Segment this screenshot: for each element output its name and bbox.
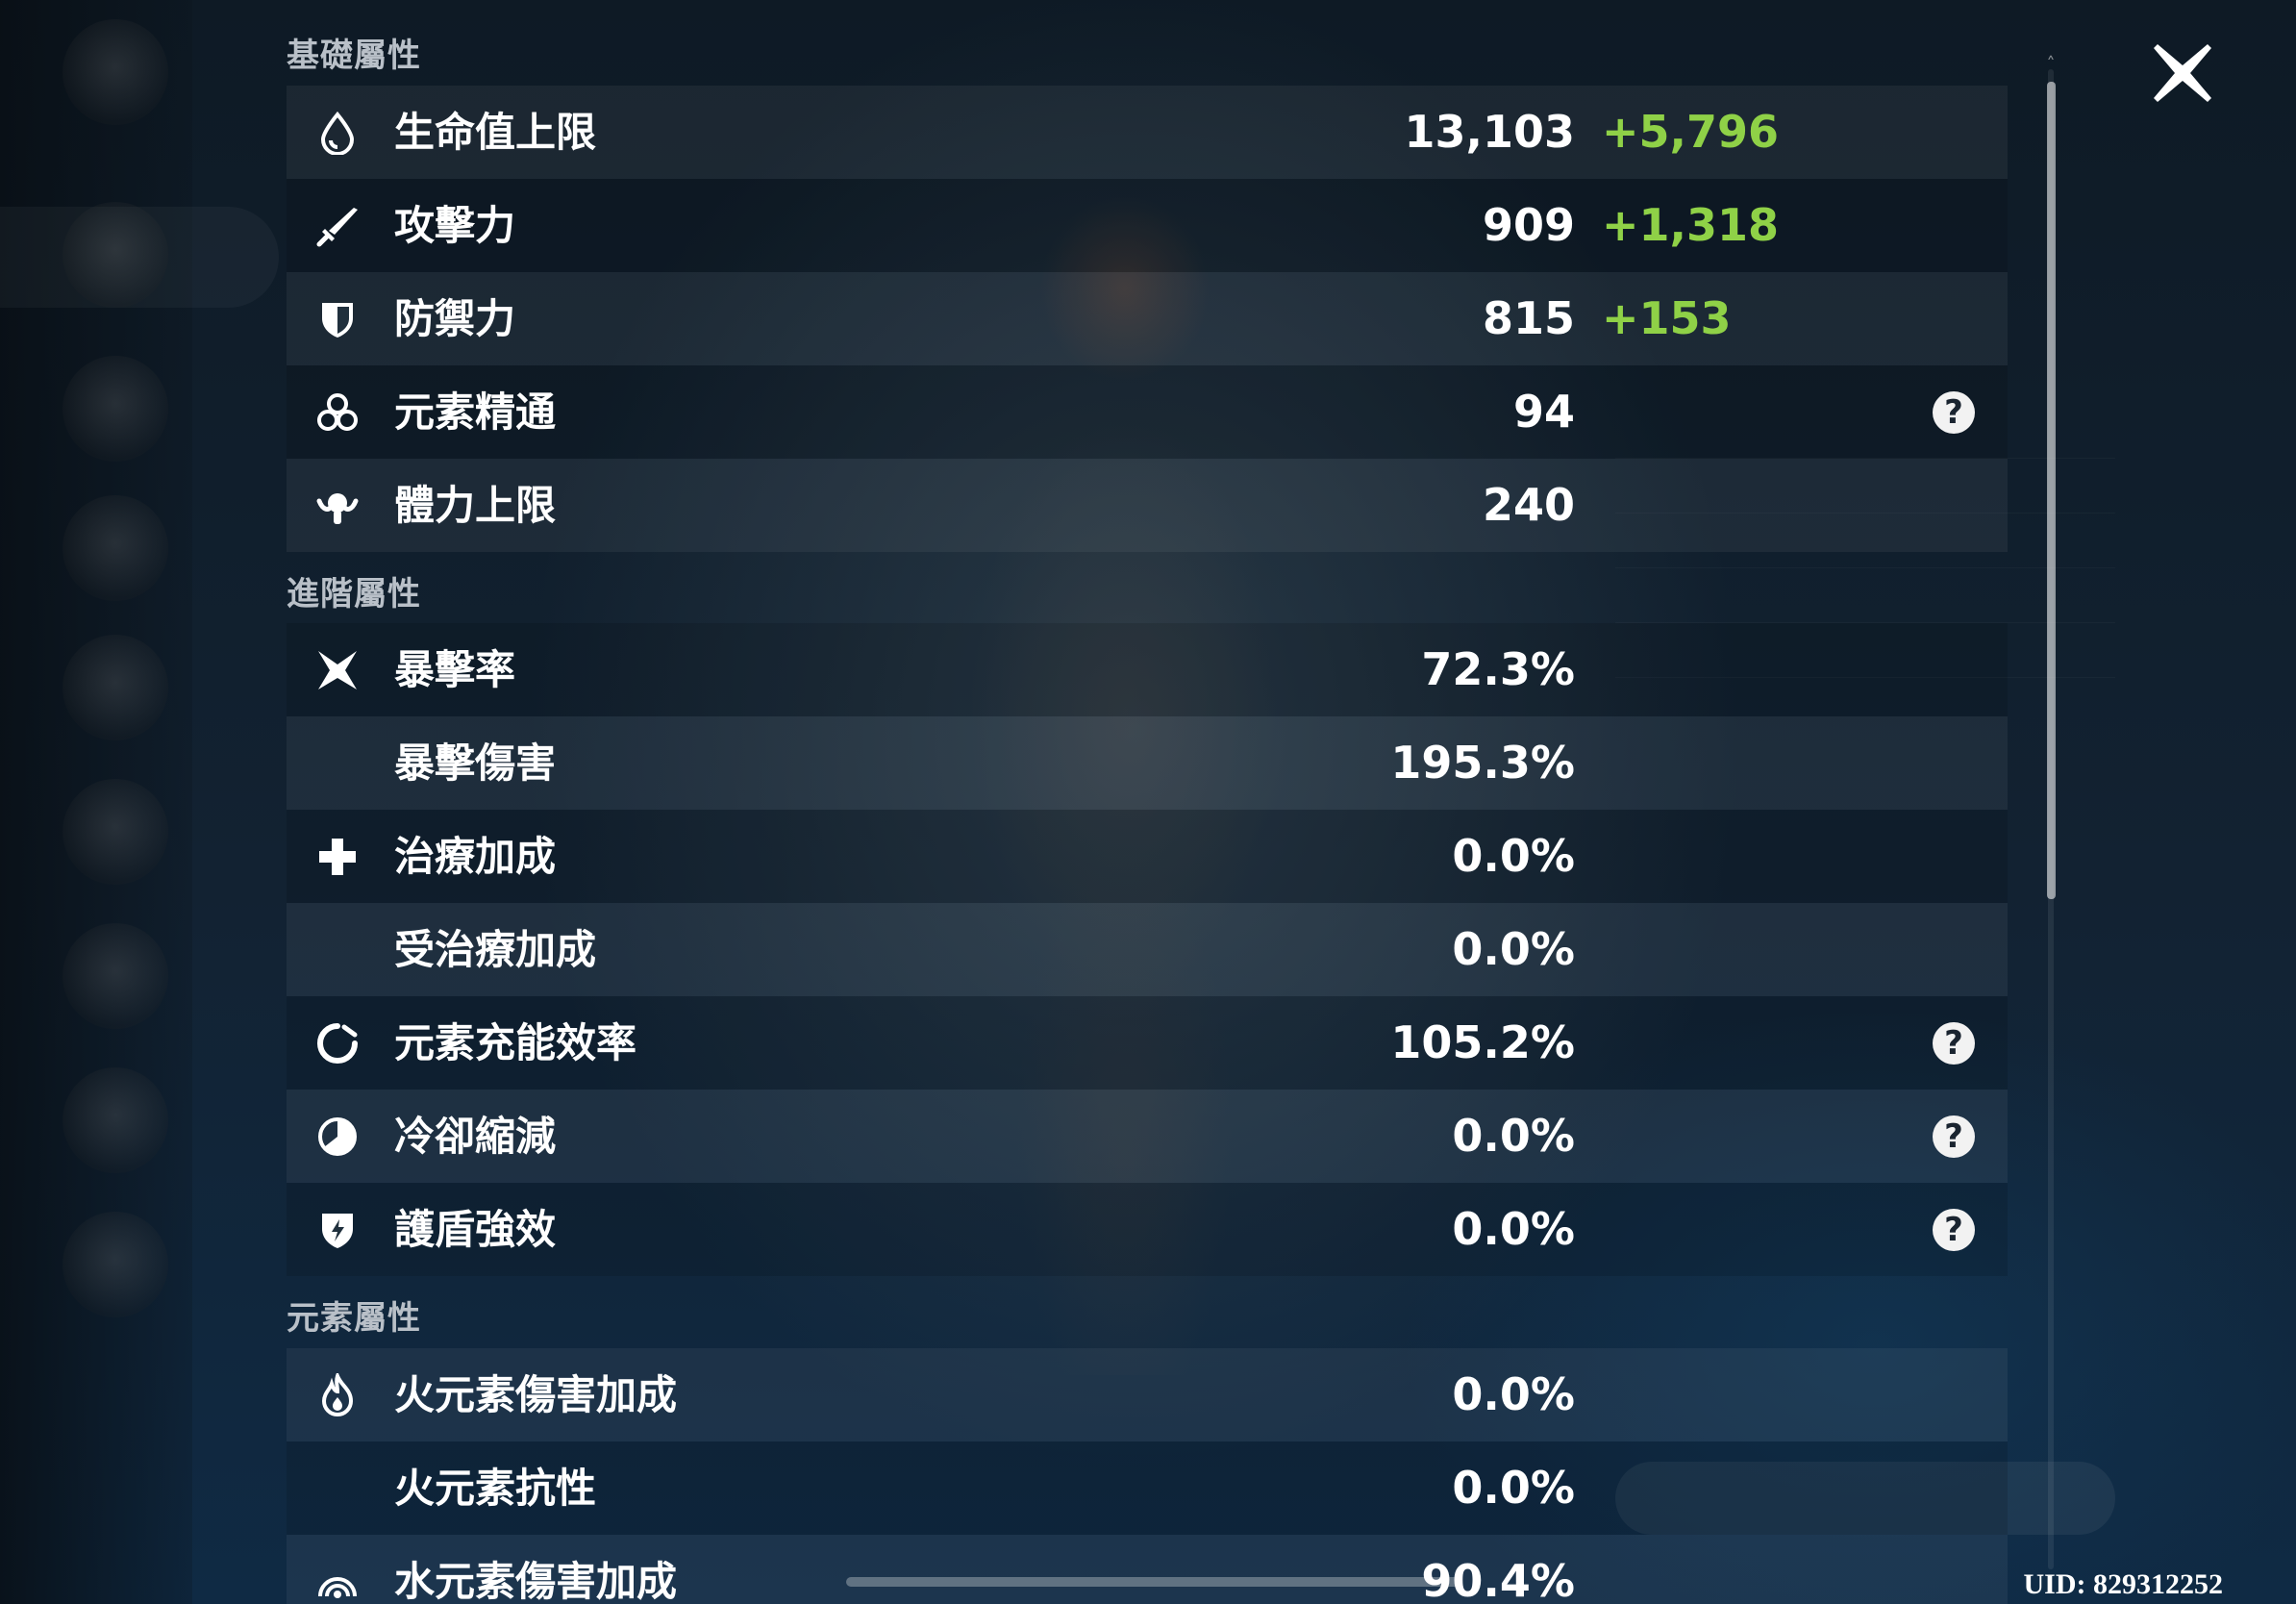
stat-label: 水元素傷害加成 [394, 1558, 678, 1604]
stat-label: 防禦力 [394, 295, 516, 342]
shield-icon [315, 297, 360, 341]
stat-value: 0.0% [1452, 1203, 1575, 1255]
stat-label: 火元素傷害加成 [394, 1371, 678, 1418]
close-button[interactable] [2144, 35, 2221, 112]
sidebar-tab-avatar[interactable] [62, 202, 168, 308]
hp-drop-icon [315, 111, 360, 155]
help-button[interactable]: ? [1933, 1022, 1975, 1065]
stat-label: 元素精通 [394, 388, 557, 436]
stat-label: 攻擊力 [394, 202, 516, 249]
stat-row-elemental-mastery: 元素精通 94 ? [287, 365, 2008, 459]
stat-label: 治療加成 [394, 833, 557, 880]
stat-row-def: 防禦力 815 +153 [287, 272, 2008, 365]
sidebar-tab-avatar[interactable] [62, 779, 168, 885]
help-button[interactable]: ? [1933, 1115, 1975, 1158]
stat-label: 暴擊傷害 [394, 739, 557, 787]
uid-label: UID: 829312252 [2023, 1568, 2224, 1600]
section-title-basic: 基礎屬性 [287, 37, 421, 75]
stat-row-healing-bonus: 治療加成 0.0% [287, 810, 2008, 903]
stat-row-cd-reduction: 冷卻縮減 0.0% ? [287, 1090, 2008, 1183]
sidebar-tab-avatar[interactable] [62, 923, 168, 1029]
horizontal-scrollbar-thumb[interactable] [846, 1577, 1461, 1587]
stat-value: 13,103 [1404, 106, 1575, 158]
stat-bonus: +5,796 [1602, 106, 1780, 158]
elemental-mastery-icon [315, 390, 360, 435]
character-sidebar [0, 0, 279, 1604]
stat-value: 72.3% [1421, 643, 1575, 695]
stat-label: 火元素抗性 [394, 1465, 597, 1512]
element-emblem-icon [62, 19, 168, 125]
stamina-icon [315, 484, 360, 528]
cooldown-icon [315, 1115, 360, 1159]
sidebar-tab-avatar[interactable] [62, 495, 168, 601]
crit-rate-icon [315, 648, 360, 692]
sword-icon [315, 204, 360, 248]
vertical-scrollbar-thumb[interactable] [2047, 82, 2056, 899]
stat-value: 240 [1482, 479, 1575, 531]
stat-value: 94 [1512, 386, 1575, 438]
stat-row-pyro-dmg-bonus: 火元素傷害加成 0.0% [287, 1348, 2008, 1441]
sidebar-tab-avatar[interactable] [62, 1067, 168, 1173]
stat-value: 105.2% [1390, 1016, 1575, 1068]
sidebar-tab-avatar[interactable] [62, 1212, 168, 1317]
stat-label: 冷卻縮減 [394, 1113, 557, 1160]
stat-row-shield-strength: 護盾強效 0.0% ? [287, 1183, 2008, 1276]
stat-bonus: +153 [1602, 292, 1732, 344]
stat-value: 0.0% [1452, 1462, 1575, 1514]
close-icon [2154, 44, 2211, 102]
hydro-icon [315, 1560, 360, 1604]
stat-label: 元素充能效率 [394, 1019, 637, 1066]
sidebar-tab-avatar[interactable] [62, 635, 168, 740]
stat-value: 90.4% [1421, 1555, 1575, 1604]
stat-value: 909 [1482, 199, 1575, 251]
stat-label: 受治療加成 [394, 926, 597, 973]
healing-cross-icon [315, 835, 360, 879]
attributes-panel: 基礎屬性 生命值上限 13,103 +5,796 攻擊力 909 +1,318 … [287, 0, 2008, 1604]
stat-label: 生命值上限 [394, 109, 597, 156]
stat-label: 體力上限 [394, 482, 557, 529]
stat-label: 暴擊率 [394, 646, 516, 693]
stat-row-max-hp: 生命值上限 13,103 +5,796 [287, 86, 2008, 179]
pyro-icon [315, 1373, 360, 1417]
stat-bonus: +1,318 [1602, 199, 1780, 251]
help-button[interactable]: ? [1933, 1209, 1975, 1251]
stat-value: 0.0% [1452, 1368, 1575, 1420]
help-button[interactable]: ? [1933, 391, 1975, 434]
stat-row-hydro-dmg-bonus: 水元素傷害加成 90.4% [287, 1535, 2008, 1604]
stat-row-energy-recharge: 元素充能效率 105.2% ? [287, 996, 2008, 1090]
stat-value: 0.0% [1452, 923, 1575, 975]
stat-label: 護盾強效 [394, 1206, 557, 1253]
stat-value: 0.0% [1452, 830, 1575, 882]
stat-value: 0.0% [1452, 1110, 1575, 1162]
energy-recharge-icon [315, 1021, 360, 1065]
stat-row-crit-rate: 暴擊率 72.3% [287, 623, 2008, 716]
sidebar-tab-avatar[interactable] [62, 356, 168, 462]
stat-value: 195.3% [1390, 737, 1575, 789]
section-title-elemental: 元素屬性 [287, 1299, 421, 1338]
section-title-advanced: 進階屬性 [287, 575, 421, 614]
scroll-up-arrow-icon[interactable]: ˄ [2040, 56, 2061, 73]
stat-row-atk: 攻擊力 909 +1,318 [287, 179, 2008, 272]
stat-value: 815 [1482, 292, 1575, 344]
stat-row-max-stamina: 體力上限 240 [287, 459, 2008, 552]
shield-strength-icon [315, 1208, 360, 1252]
stat-row-crit-dmg: 暴擊傷害 195.3% [287, 716, 2008, 810]
stat-row-incoming-healing: 受治療加成 0.0% [287, 903, 2008, 996]
stat-row-pyro-res: 火元素抗性 0.0% [287, 1441, 2008, 1535]
